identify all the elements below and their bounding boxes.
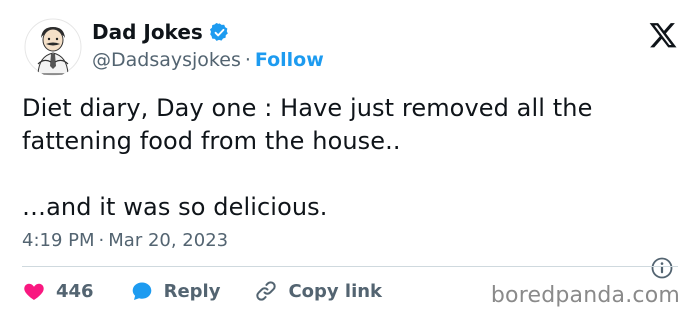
avatar[interactable] (24, 18, 82, 76)
tweet-line-2: fattening food from the house.. (22, 127, 401, 155)
copy-link-label: Copy link (288, 280, 383, 302)
tweet-text: Diet diary, Day one : Have just removed … (22, 92, 682, 224)
handle-row: @Dadsaysjokes · Follow (92, 49, 324, 71)
like-button[interactable]: 446 (22, 279, 94, 303)
tweet-line-1: Diet diary, Day one : Have just removed … (22, 94, 593, 122)
reply-button[interactable]: Reply (130, 279, 221, 303)
post-time: 4:19 PM (22, 230, 95, 251)
reply-bubble-icon (132, 282, 151, 300)
tweet-line-3: …and it was so delicious. (22, 193, 328, 221)
copy-link-button[interactable]: Copy link (254, 279, 382, 303)
info-icon[interactable] (650, 256, 674, 280)
verified-badge-icon (209, 22, 230, 43)
timestamp[interactable]: 4:19 PM · Mar 20, 2023 (22, 230, 228, 251)
reply-label: Reply (163, 280, 221, 302)
watermark: boredpanda.com (490, 283, 680, 308)
author-name-row: Dad Jokes (92, 20, 230, 44)
post-date: Mar 20, 2023 (108, 230, 229, 251)
like-count: 446 (56, 280, 94, 302)
divider (22, 266, 678, 267)
author-name[interactable]: Dad Jokes (92, 20, 203, 44)
follow-button[interactable]: Follow (255, 49, 324, 71)
heart-icon (24, 283, 44, 300)
handle-separator: · (244, 49, 251, 71)
tweet-card: Dad Jokes @Dadsaysjokes · Follow Diet diar… (0, 0, 700, 318)
meta-separator: · (98, 230, 105, 251)
author-handle[interactable]: @Dadsaysjokes (92, 49, 241, 71)
action-bar: 446 Reply Copy link (22, 278, 382, 304)
x-logo-icon[interactable] (648, 20, 678, 50)
link-icon (256, 281, 277, 301)
